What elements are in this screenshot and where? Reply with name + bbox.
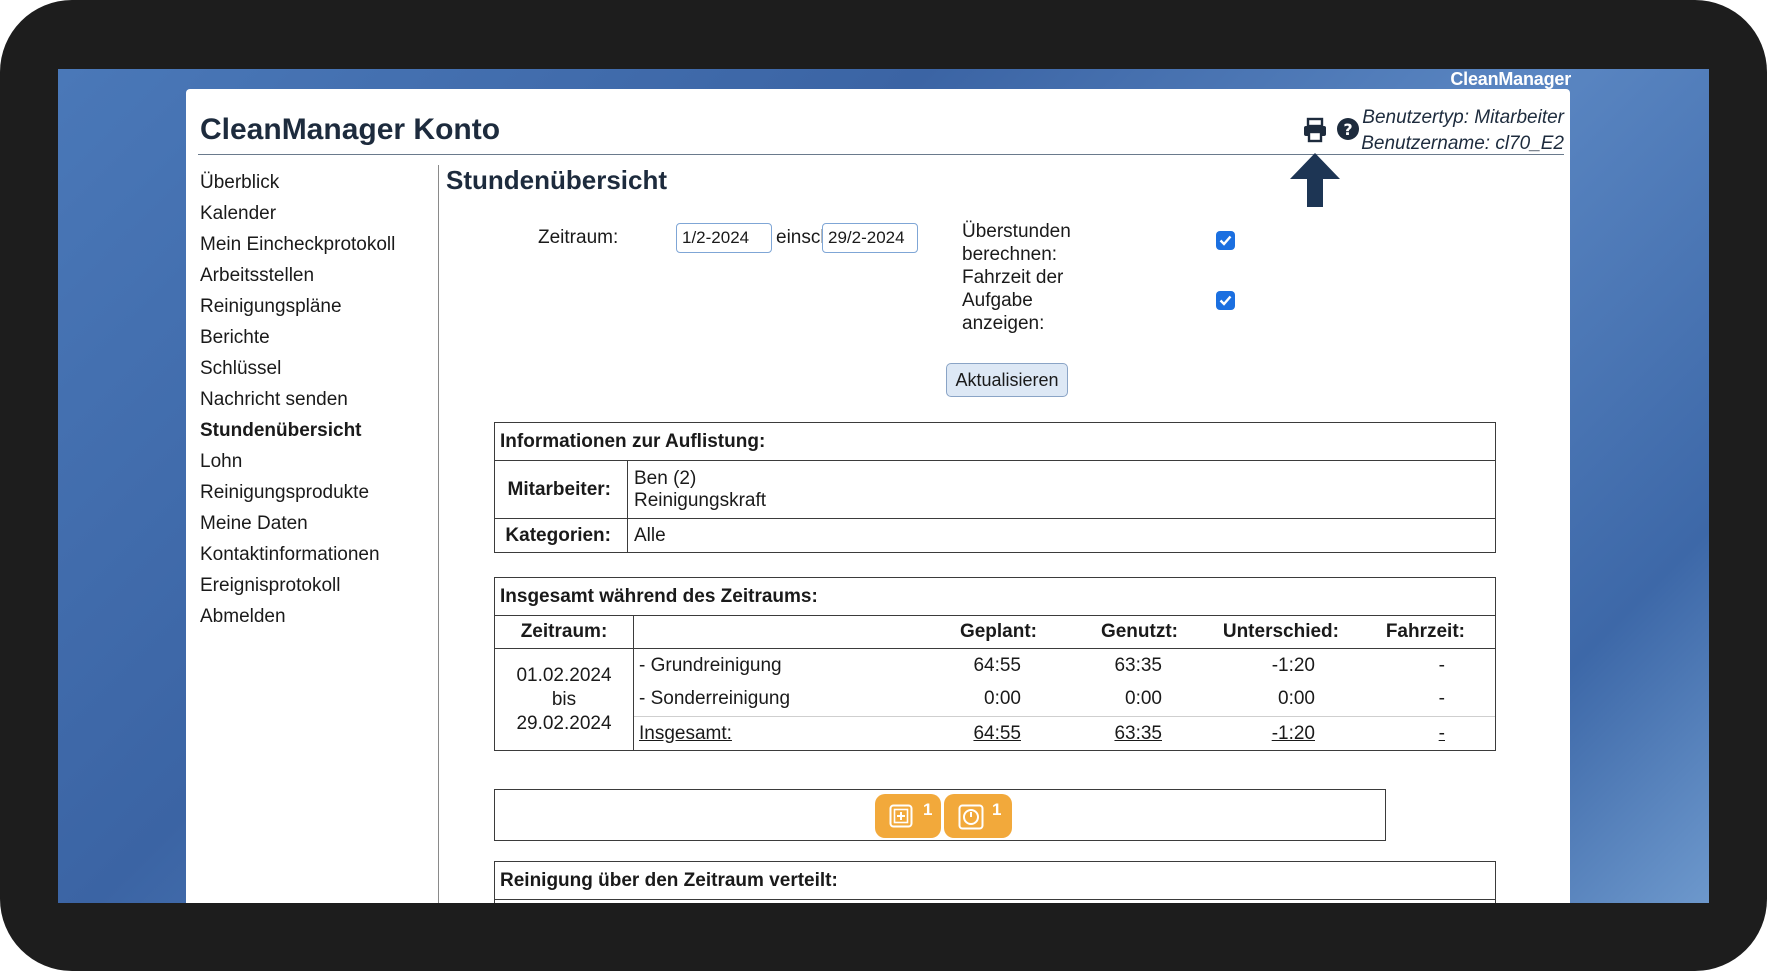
header-divider [198,154,1564,155]
distribution-title: Reinigung über den Zeitraum verteilt: [494,861,1496,900]
sidebar-item-kalender[interactable]: Kalender [200,198,430,229]
period-totals-table: Insgesamt während des Zeitraums: Zeitrau… [494,577,1496,751]
update-button[interactable]: Aktualisieren [946,363,1068,397]
total-travel: - [1438,722,1445,744]
period-to: 29.02.2024 [516,712,612,734]
clock-badge-count: 1 [992,800,1002,819]
sidebar-nav: Überblick Kalender Mein Eincheckprotokol… [200,167,430,632]
clock-badge[interactable]: 1 [944,794,1012,838]
sidebar-item-stundenuebersicht[interactable]: Stundenübersicht [200,415,430,446]
printer-icon[interactable] [1302,117,1328,143]
user-type: Benutzertyp: Mitarbeiter [1362,107,1564,128]
col-header-planned: Geplant: [916,615,1049,649]
row-planned: 64:55 [973,654,1021,676]
listing-info-title: Informationen zur Auflistung: [494,422,1496,461]
sidebar-item-lohn[interactable]: Lohn [200,446,430,477]
row-travel: - [1369,648,1496,683]
date-from-input[interactable] [676,223,772,253]
categories-label: Kategorien: [494,518,628,553]
period-range-cell: 01.02.2024 bis 29.02.2024 [494,648,634,751]
row-used: 63:35 [1114,654,1162,676]
overtime-checkbox[interactable] [1216,231,1235,250]
row-planned: 0:00 [984,688,1021,710]
svg-text:?: ? [1343,120,1352,139]
employee-name: Ben (2) [634,467,697,489]
row-used: 0:00 [1125,688,1162,710]
total-used: 63:35 [1114,722,1162,744]
travel-label-line1: Fahrzeit der [962,267,1064,288]
col-header-travel: Fahrzeit: [1369,615,1496,649]
distribution-table: Reinigung über den Zeitraum verteilt: [494,861,1496,903]
clock-icon [958,804,984,830]
col-header-blank [633,615,916,649]
app-title: CleanManager Konto [200,113,501,146]
row-difference: -1:20 [1271,654,1315,676]
sidebar-item-reinigungsplaene[interactable]: Reinigungspläne [200,291,430,322]
sidebar-item-eincheckprotokoll[interactable]: Mein Eincheckprotokoll [200,229,430,260]
row-label: - Sonderreinigung [633,682,916,717]
overtime-label: Überstunden berechnen: [962,220,1071,266]
sidebar-item-berichte[interactable]: Berichte [200,322,430,353]
categories-value: Alle [627,518,1496,553]
plus-badge[interactable]: 1 [875,794,941,838]
period-label: Zeitraum: [538,227,619,248]
travel-label-line2: Aufgabe [962,290,1033,311]
sidebar-item-reinigungsprodukte[interactable]: Reinigungsprodukte [200,477,430,508]
period-from: 01.02.2024 [516,664,612,686]
employee-label: Mitarbeiter: [494,460,628,519]
user-name: Benutzername: cl70_E2 [1361,133,1564,155]
sidebar-item-schluessel[interactable]: Schlüssel [200,353,430,384]
employee-value: Ben (2) Reinigungskraft [627,460,1496,519]
row-difference: 0:00 [1278,688,1315,710]
sidebar-item-arbeitsstellen[interactable]: Arbeitsstellen [200,260,430,291]
plus-badge-count: 1 [923,800,933,819]
distribution-body [494,899,1496,903]
overtime-label-line2: berechnen: [962,244,1058,265]
sidebar-item-ueberblick[interactable]: Überblick [200,167,430,198]
travel-time-label: Fahrzeit der Aufgabe anzeigen: [962,266,1063,335]
row-label: - Grundreinigung [633,648,916,683]
sidebar-item-kontaktinformationen[interactable]: Kontaktinformationen [200,539,430,570]
up-arrow-annotation-icon [1290,153,1340,207]
sidebar-item-nachricht-senden[interactable]: Nachricht senden [200,384,430,415]
date-to-input[interactable] [822,223,918,253]
account-panel: CleanManager Konto ? Benutzertyp: Mitarb… [186,89,1570,903]
col-header-used: Genutzt: [1049,615,1190,649]
employee-role: Reinigungskraft [634,489,767,511]
total-planned: 64:55 [973,722,1021,744]
sidebar-divider [438,165,439,903]
sidebar-item-ereignisprotokoll[interactable]: Ereignisprotokoll [200,570,430,601]
col-header-period: Zeitraum: [494,615,634,649]
checkmark-icon [1219,235,1232,246]
total-label: Insgesamt: [639,722,732,744]
screen: CleanManager CleanManager Konto ? Benutz… [58,69,1709,903]
period-totals-title: Insgesamt während des Zeitraums: [494,577,1496,616]
overtime-label-line1: Überstunden [962,221,1071,242]
user-info: Benutzertyp: Mitarbeiter Benutzername: c… [1361,105,1564,157]
total-difference: -1:20 [1271,722,1315,744]
listing-info-table: Informationen zur Auflistung: Mitarbeite… [494,422,1496,553]
page-title: Stundenübersicht [446,165,668,195]
brand-label: CleanManager [1450,69,1571,89]
travel-label-line3: anzeigen: [962,313,1045,334]
row-travel: - [1369,682,1496,717]
plus-square-icon [889,804,913,828]
travel-time-checkbox[interactable] [1216,291,1235,310]
sidebar-item-meine-daten[interactable]: Meine Daten [200,508,430,539]
help-icon[interactable]: ? [1336,117,1360,141]
sidebar-item-abmelden[interactable]: Abmelden [200,601,430,632]
badge-row: 1 1 [494,789,1386,841]
checkmark-icon [1219,295,1232,306]
period-sep: bis [551,688,577,710]
device-frame: CleanManager CleanManager Konto ? Benutz… [0,0,1767,971]
col-header-difference: Unterschied: [1190,615,1369,649]
